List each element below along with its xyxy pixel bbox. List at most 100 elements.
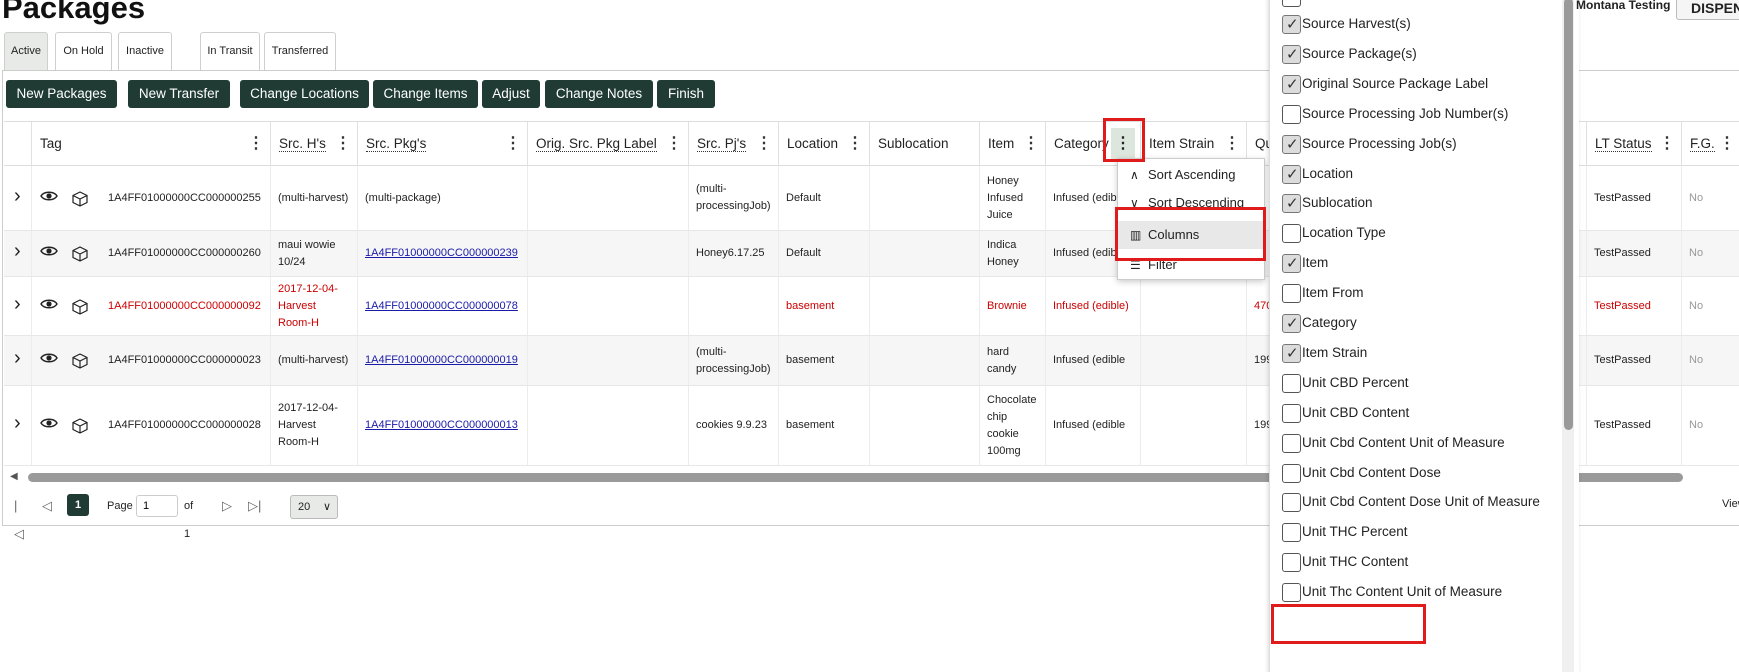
src-processing-jobs-cell: Honey6.17.25 xyxy=(689,231,779,276)
checkbox[interactable] xyxy=(1282,341,1301,367)
checkbox[interactable] xyxy=(1282,311,1301,337)
filter-menu-item[interactable]: ☰ Filter xyxy=(1118,251,1266,279)
column-header-tag[interactable]: Tag ⋮ xyxy=(32,122,271,166)
column-menu-icon[interactable]: ⋮ xyxy=(1023,122,1039,166)
column-menu-icon[interactable]: ⋮ xyxy=(847,122,863,166)
eye-icon[interactable] xyxy=(40,352,58,367)
column-menu-icon[interactable]: ⋮ xyxy=(1659,122,1675,166)
column-option-label: Unit CBD Percent xyxy=(1302,375,1409,390)
tab-in-transit[interactable]: In Transit xyxy=(200,32,260,70)
checkbox[interactable] xyxy=(1282,12,1301,38)
change-notes-button[interactable]: Change Notes xyxy=(545,80,653,108)
package-icon[interactable] xyxy=(72,298,88,318)
eye-icon[interactable] xyxy=(40,417,58,432)
column-header-lt-status[interactable]: LT Status ⋮ xyxy=(1587,122,1682,166)
checkbox[interactable] xyxy=(1282,523,1301,542)
checkbox[interactable] xyxy=(1282,105,1301,124)
checkbox[interactable] xyxy=(1282,434,1301,453)
category-cell: Infused (edible xyxy=(1046,386,1141,465)
page-number-input[interactable] xyxy=(136,495,178,517)
package-icon[interactable] xyxy=(72,246,88,265)
checkbox[interactable] xyxy=(1282,404,1301,423)
column-option-label: Source Package(s) xyxy=(1302,46,1417,61)
column-menu-icon[interactable]: ⋮ xyxy=(505,122,521,166)
prev-page-icon[interactable]: ◁ xyxy=(42,492,52,520)
current-page-button[interactable]: 1 xyxy=(67,494,89,516)
tab-on-hold[interactable]: On Hold xyxy=(55,32,112,70)
category-column-menu-icon[interactable]: ⋮ xyxy=(1111,128,1135,160)
column-header-fg[interactable]: F.G. ⋮ xyxy=(1682,122,1739,166)
checkbox[interactable] xyxy=(1282,374,1301,393)
sort-ascending-menu-item[interactable]: ∧ Sort Ascending xyxy=(1118,161,1266,189)
finish-button[interactable]: Finish xyxy=(657,80,715,108)
expand-row-icon[interactable]: › xyxy=(14,185,21,208)
chevron-down-icon: ∨ xyxy=(322,501,331,513)
src-packages-cell[interactable]: 1A4FF01000000CC000000078 xyxy=(358,277,528,335)
checkbox[interactable] xyxy=(1282,224,1301,243)
eye-icon[interactable] xyxy=(40,190,58,205)
expand-row-icon[interactable]: › xyxy=(14,412,21,435)
column-header-src-packages[interactable]: Src. Pkg's ⋮ xyxy=(358,122,528,166)
page-size-select[interactable]: 20 ∨ xyxy=(290,495,338,519)
first-page-icon[interactable]: |◁ xyxy=(14,492,24,541)
src-processing-jobs-cell: (multi-processingJob) xyxy=(689,166,779,230)
column-option-label: Item xyxy=(1302,255,1329,270)
src-packages-cell[interactable]: 1A4FF01000000CC000000019 xyxy=(358,336,528,385)
column-header-src-processing-jobs[interactable]: Src. Pj's ⋮ xyxy=(689,122,779,166)
columns-menu-item[interactable]: ▥ Columns xyxy=(1118,221,1266,249)
src-processing-jobs-cell: cookies 9.9.23 xyxy=(689,386,779,465)
column-menu-icon[interactable]: ⋮ xyxy=(1719,122,1735,166)
package-icon[interactable] xyxy=(72,353,88,372)
column-menu-icon[interactable]: ⋮ xyxy=(248,122,264,166)
location-cell: basement xyxy=(779,277,870,335)
adjust-button[interactable]: Adjust xyxy=(482,80,540,108)
item-cell: Brownie xyxy=(980,277,1046,335)
src-packages-cell[interactable]: 1A4FF01000000CC000000239 xyxy=(358,231,528,276)
checkbox[interactable] xyxy=(1282,72,1301,98)
checkbox[interactable] xyxy=(1282,191,1301,217)
checkbox[interactable] xyxy=(1282,0,1301,7)
column-menu-icon[interactable]: ⋮ xyxy=(335,122,351,166)
column-header-location[interactable]: Location ⋮ xyxy=(779,122,870,166)
column-menu-icon[interactable]: ⋮ xyxy=(666,122,682,166)
eye-icon[interactable] xyxy=(40,245,58,260)
next-page-icon[interactable]: ▷ xyxy=(222,492,232,520)
checkbox[interactable] xyxy=(1282,132,1301,158)
expand-row-icon[interactable]: › xyxy=(14,347,21,370)
checkbox[interactable] xyxy=(1282,583,1301,602)
column-chooser-scrollbar-thumb[interactable] xyxy=(1564,0,1573,430)
change-locations-button[interactable]: Change Locations xyxy=(240,80,369,108)
eye-icon[interactable] xyxy=(40,298,58,313)
checkbox[interactable] xyxy=(1282,493,1301,512)
expand-row-icon[interactable]: › xyxy=(14,240,21,263)
column-header-item[interactable]: Item ⋮ xyxy=(980,122,1046,166)
checkbox[interactable] xyxy=(1282,284,1301,303)
package-icon[interactable] xyxy=(72,190,88,210)
checkbox[interactable] xyxy=(1282,42,1301,68)
dispense-button[interactable]: DISPENSE xyxy=(1676,0,1739,20)
src-packages-cell[interactable]: 1A4FF01000000CC000000013 xyxy=(358,386,528,465)
fg-cell: No xyxy=(1682,166,1739,230)
checkbox[interactable] xyxy=(1282,464,1301,483)
expand-row-icon[interactable]: › xyxy=(14,293,21,316)
column-chooser-scrollbar[interactable] xyxy=(1562,0,1574,672)
new-transfer-button[interactable]: New Transfer xyxy=(128,80,230,108)
column-header-orig-src-pkg-label[interactable]: Orig. Src. Pkg Label ⋮ xyxy=(528,122,689,166)
sort-descending-menu-item[interactable]: ∨ Sort Descending xyxy=(1118,189,1266,217)
tab-active[interactable]: Active xyxy=(4,32,48,70)
change-items-button[interactable]: Change Items xyxy=(373,80,478,108)
tab-transferred[interactable]: Transferred xyxy=(264,32,336,70)
orig-src-pkg-label-cell xyxy=(528,166,689,230)
package-icon[interactable] xyxy=(72,418,88,437)
location-cell: Default xyxy=(779,166,870,230)
column-header-sublocation[interactable]: Sublocation xyxy=(870,122,980,166)
tab-inactive[interactable]: Inactive xyxy=(118,32,172,70)
checkbox[interactable] xyxy=(1282,162,1301,188)
checkbox[interactable] xyxy=(1282,553,1301,572)
scroll-left-icon[interactable]: ◀ xyxy=(10,471,18,482)
checkbox[interactable] xyxy=(1282,251,1301,277)
column-menu-icon[interactable]: ⋮ xyxy=(756,122,772,166)
column-header-src-harvests[interactable]: Src. H's ⋮ xyxy=(271,122,358,166)
last-page-icon[interactable]: ▷| xyxy=(248,492,261,520)
new-packages-button[interactable]: New Packages xyxy=(6,80,117,108)
